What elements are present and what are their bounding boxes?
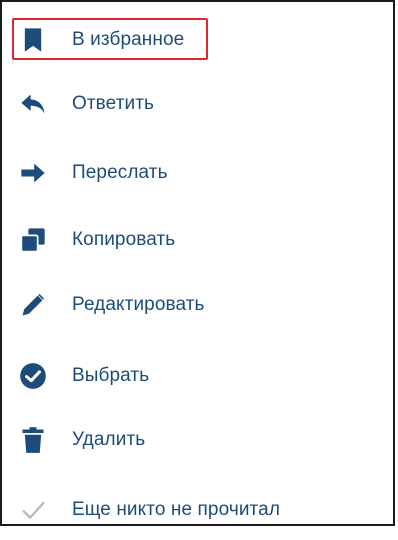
menu-item-label: Переслать (72, 162, 168, 183)
menu-item-select[interactable]: Выбрать (2, 346, 393, 406)
check-circle-icon (19, 362, 47, 390)
menu-item-label: Ответить (72, 93, 155, 114)
copy-icon (19, 226, 47, 254)
menu-item-favorite[interactable]: В избранное (2, 10, 393, 70)
menu-item-label: В избранное (72, 29, 185, 50)
read-status: Еще никто не прочитал (2, 480, 393, 540)
menu-item-edit[interactable]: Редактировать (2, 275, 393, 335)
menu-item-label: Копировать (72, 229, 176, 250)
menu-item-label: Выбрать (72, 365, 150, 386)
forward-arrow-icon (19, 159, 47, 187)
menu-item-forward[interactable]: Переслать (2, 143, 393, 203)
menu-item-reply[interactable]: Ответить (2, 74, 393, 134)
menu-item-delete[interactable]: Удалить (2, 410, 393, 470)
pencil-icon (19, 291, 47, 319)
message-context-menu: В избранное Ответить Переслать Копироват… (0, 0, 395, 526)
trash-icon (19, 426, 47, 454)
menu-item-copy[interactable]: Копировать (2, 210, 393, 270)
bookmark-icon (19, 26, 47, 54)
reply-icon (19, 90, 47, 118)
menu-item-label: Удалить (72, 429, 146, 450)
read-status-label: Еще никто не прочитал (72, 499, 281, 520)
check-icon (19, 496, 47, 524)
menu-item-label: Редактировать (72, 294, 205, 315)
